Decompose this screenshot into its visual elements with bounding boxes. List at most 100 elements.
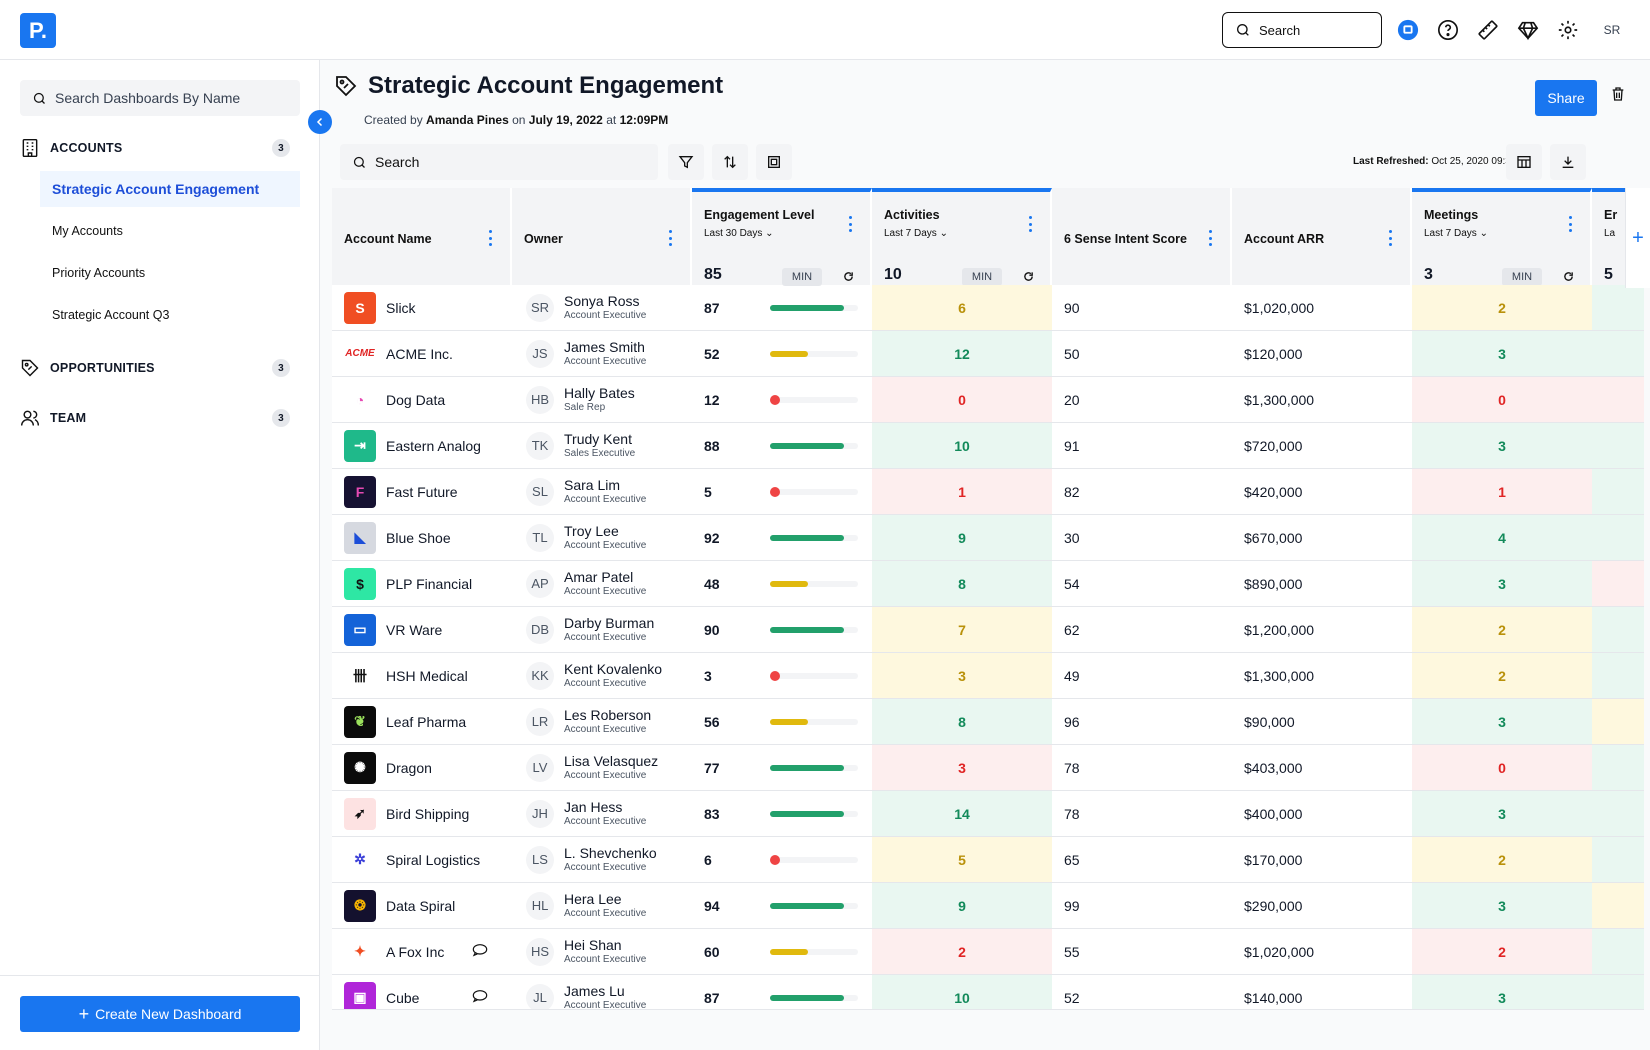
period-dropdown[interactable]: Last 30 Days ⌄ (704, 228, 774, 239)
refresh-icon[interactable] (843, 270, 854, 285)
account-name[interactable]: Eastern Analog (386, 438, 481, 454)
refresh-icon[interactable] (1563, 270, 1574, 285)
account-name[interactable]: VR Ware (386, 622, 442, 638)
owner-name[interactable]: Lisa Velasquez (564, 754, 658, 769)
sidebar-item-strategic-account-q3[interactable]: Strategic Account Q3 (40, 297, 300, 333)
diamond-icon[interactable] (1516, 18, 1540, 42)
sidebar-item-strategic-account-engagement[interactable]: Strategic Account Engagement (40, 171, 300, 207)
sidebar-item-priority-accounts[interactable]: Priority Accounts (40, 255, 300, 291)
column-header[interactable]: 6 Sense Intent Score (1052, 188, 1232, 285)
account-name[interactable]: Bird Shipping (386, 806, 469, 822)
table-row-account[interactable]: $ PLP Financial (332, 561, 512, 607)
add-column-button[interactable]: + (1625, 188, 1650, 288)
owner-name[interactable]: L. Shevchenko (564, 846, 657, 861)
column-header[interactable]: Meetings Last 7 Days ⌄ 3 MIN (1412, 188, 1592, 286)
account-name[interactable]: HSH Medical (386, 668, 468, 684)
share-button[interactable]: Share (1535, 80, 1597, 116)
dashboard-search-input[interactable]: Search Dashboards By Name (20, 80, 300, 116)
owner-name[interactable]: Jan Hess (564, 800, 646, 815)
table-row-account[interactable]: ✺ Dragon (332, 745, 512, 791)
table-row-account[interactable]: ◔ Dog Data (332, 377, 512, 423)
column-header[interactable]: Account Name (332, 188, 512, 285)
owner-name[interactable]: Hei Shan (564, 938, 646, 953)
sort-button[interactable] (712, 144, 748, 180)
sidebar-item-my-accounts[interactable]: My Accounts (40, 213, 300, 249)
account-name[interactable]: Slick (386, 300, 416, 316)
column-menu-icon[interactable] (488, 230, 492, 246)
app-logo[interactable]: P. (20, 13, 56, 48)
period-dropdown[interactable]: Last 7 Days ⌄ (884, 228, 948, 239)
column-header[interactable]: Activities Last 7 Days ⌄ 10 MIN (872, 188, 1052, 286)
column-header[interactable]: Account ARR (1232, 188, 1412, 285)
account-name[interactable]: Dragon (386, 760, 432, 776)
group-button[interactable] (756, 144, 792, 180)
owner-name[interactable]: Amar Patel (564, 570, 646, 585)
filter-button[interactable] (668, 144, 704, 180)
account-name[interactable]: A Fox Inc (386, 944, 444, 960)
columns-button[interactable] (1506, 144, 1542, 180)
account-name[interactable]: Blue Shoe (386, 530, 451, 546)
table-row-account[interactable]: ✦ A Fox Inc (332, 929, 512, 975)
owner-name[interactable]: Les Roberson (564, 708, 651, 723)
owner-name[interactable]: Hally Bates (564, 386, 635, 401)
table-row-account[interactable]: ◣ Blue Shoe (332, 515, 512, 561)
column-header[interactable]: Owner (512, 188, 692, 285)
collapse-sidebar-button[interactable] (308, 110, 332, 134)
owner-name[interactable]: Trudy Kent (564, 432, 635, 447)
account-name[interactable]: Spiral Logistics (386, 852, 480, 868)
account-name[interactable]: Fast Future (386, 484, 458, 500)
table-row-account[interactable]: ▭ VR Ware (332, 607, 512, 653)
download-button[interactable] (1550, 144, 1586, 180)
aggregate-type-dropdown[interactable]: MIN (1502, 268, 1542, 286)
column-menu-icon[interactable] (1028, 216, 1032, 232)
table-row-account[interactable]: ACME ACME Inc. (332, 331, 512, 377)
table-search-input[interactable]: Search (340, 144, 658, 180)
global-search[interactable]: Search (1222, 12, 1382, 48)
owner-name[interactable]: Darby Burman (564, 616, 654, 631)
column-menu-icon[interactable] (848, 216, 852, 232)
help-icon[interactable] (1436, 18, 1460, 42)
column-menu-icon[interactable] (668, 230, 672, 246)
period-dropdown[interactable]: Last 7 Days ⌄ (1424, 228, 1488, 239)
account-name[interactable]: Data Spiral (386, 898, 455, 914)
column-menu-icon[interactable] (1568, 216, 1572, 232)
column-menu-icon[interactable] (1208, 230, 1212, 246)
ruler-icon[interactable] (1476, 18, 1500, 42)
table-row-account[interactable]: F Fast Future (332, 469, 512, 515)
aggregate-type-dropdown[interactable]: MIN (782, 268, 822, 286)
aggregate-type-dropdown[interactable]: MIN (962, 268, 1002, 286)
table-row-account[interactable]: 卌 HSH Medical (332, 653, 512, 699)
owner-name[interactable]: Hera Lee (564, 892, 646, 907)
sidebar-section-accounts[interactable]: ACCOUNTS 3 (20, 136, 290, 160)
table-row-account[interactable]: ✲ Spiral Logistics (332, 837, 512, 883)
owner-name[interactable]: Kent Kovalenko (564, 662, 662, 677)
account-name[interactable]: Cube (386, 990, 419, 1006)
sidebar-section-team[interactable]: TEAM 3 (20, 406, 290, 430)
column-menu-icon[interactable] (1388, 230, 1392, 246)
trash-icon[interactable] (1610, 86, 1626, 105)
column-header[interactable]: Engagement Level Last 30 Days ⌄ 85 MIN (692, 188, 872, 286)
account-name[interactable]: Leaf Pharma (386, 714, 466, 730)
table-row-account[interactable]: ❦ Leaf Pharma (332, 699, 512, 745)
comment-icon[interactable] (472, 943, 488, 960)
owner-name[interactable]: James Lu (564, 984, 646, 999)
account-name[interactable]: ACME Inc. (386, 346, 453, 362)
owner-name[interactable]: Sonya Ross (564, 294, 646, 309)
chat-icon[interactable] (1396, 18, 1420, 42)
create-dashboard-button[interactable]: + Create New Dashboard (20, 996, 300, 1032)
table-row-account[interactable]: ❂ Data Spiral (332, 883, 512, 929)
owner-name[interactable]: Troy Lee (564, 524, 646, 539)
table-row-account[interactable]: ⇥ Eastern Analog (332, 423, 512, 469)
account-name[interactable]: Dog Data (386, 392, 445, 408)
owner-name[interactable]: James Smith (564, 340, 646, 355)
refresh-icon[interactable] (1023, 270, 1034, 285)
sidebar-section-opportunities[interactable]: OPPORTUNITIES 3 (20, 356, 290, 380)
table-row-account[interactable]: ➶ Bird Shipping (332, 791, 512, 837)
user-avatar[interactable]: SR (1598, 16, 1626, 44)
account-name[interactable]: PLP Financial (386, 576, 472, 592)
table-row-account[interactable]: ▣ Cube (332, 975, 512, 1009)
comment-icon[interactable] (472, 989, 488, 1006)
owner-name[interactable]: Sara Lim (564, 478, 646, 493)
gear-icon[interactable] (1556, 18, 1580, 42)
table-row-account[interactable]: S Slick (332, 285, 512, 331)
